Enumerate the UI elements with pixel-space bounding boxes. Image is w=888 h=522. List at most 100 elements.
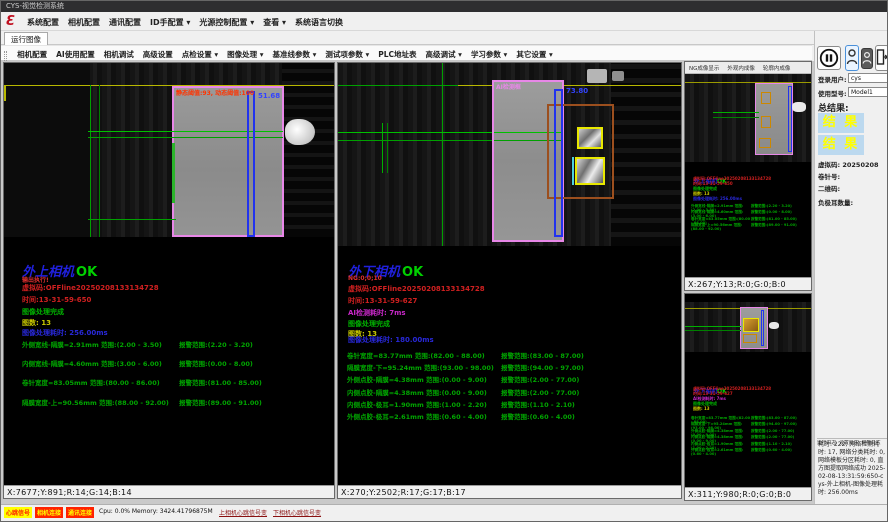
- alarm-range: 报警范围:(1.10 - 2.10): [501, 399, 575, 411]
- edge-green-mark: [172, 143, 175, 203]
- guide-vline-short-2: [387, 123, 388, 173]
- model-label: 使用型号:: [818, 88, 847, 98]
- scene-dark-left: [4, 63, 90, 237]
- toolbar-button[interactable]: 高级调试 ▾: [426, 49, 462, 60]
- result-box-lower: 结 果: [818, 135, 864, 155]
- preview-tab[interactable]: NG成像显示: [685, 62, 723, 74]
- model-field[interactable]: Model1: [848, 87, 888, 97]
- alarm-range: 报警范围:(0.00 - 8.00): [179, 358, 253, 377]
- measurement-row: 内侧宽线-隔膜=4.60mm 范围:(3.00 - 6.00) 报警范围:(0.…: [22, 358, 322, 377]
- alarm-range: 报警范围:(2.00 - 77.00): [501, 374, 579, 386]
- scene-dark-right: [611, 63, 681, 246]
- machine-part-highlight-2: [612, 71, 624, 81]
- menu-item[interactable]: 通讯配置: [109, 17, 141, 28]
- blue-measure-value: 51.68: [258, 92, 280, 100]
- user-mode-button[interactable]: [845, 45, 859, 71]
- measure-hline-2: [713, 117, 759, 118]
- alarm-range: 报警范围:(89.00 - 91.00): [179, 397, 262, 416]
- preview-tab[interactable]: 轮廓内成像: [759, 62, 795, 74]
- guide-vline-short-1: [382, 123, 383, 173]
- measurement-list: 外侧宽线-隔膜=2.91mm 范围:(2.00 - 3.50) 报警范围:(2.…: [691, 204, 811, 230]
- roi-outline-blue: [554, 89, 563, 237]
- baseline-yellow: [4, 85, 334, 86]
- measurement-value: 内侧点胶-极耳=1.90mm 范围:(1.00 - 2.20): [347, 399, 501, 411]
- pause-icon: [818, 47, 840, 69]
- main-area: 静态阈值:93, 动态阈值:100 51.68 外上相机OK 输出执行! 虚拟码…: [1, 61, 814, 504]
- measurement-list: 卷针宽度=83.77mm 范围:(82.00 - 88.00) 报警范围:(83…: [691, 416, 811, 454]
- elapsed-line: 图像处理耗时: 256.00ms: [22, 328, 108, 338]
- toolbar-button[interactable]: 高级设置: [143, 49, 173, 60]
- elapsed-line: 图像处理耗时: 256.00ms: [693, 196, 805, 201]
- preview-tab-strip: NG成像显示外观内成像轮廓内成像: [685, 62, 811, 74]
- admin-mode-button[interactable]: [861, 48, 873, 69]
- toolbar-button[interactable]: 相机配置: [17, 49, 47, 60]
- log-output[interactable]: 耗时: 222, 网络检测耗时: 17, 网络分类耗时: 0, 网络模板分区耗时…: [818, 441, 886, 497]
- cursor-coords-readout: X:267;Y:13;R:0;G:0;B:0: [685, 277, 811, 290]
- lower-camera-heartbeat-text: 下相机心跳信号变: [273, 508, 321, 517]
- exit-button[interactable]: [875, 45, 888, 71]
- serial-readout: 虚拟码: 20250208: [818, 159, 879, 169]
- measurement-row: 卷针宽度=83.05mm 范围:(80.00 - 86.00) 报警范围:(81…: [22, 377, 322, 396]
- camera-image-lower[interactable]: AI检测框 73.80: [338, 63, 681, 246]
- roi-outline-blue: [761, 310, 764, 346]
- measurement-list: 卷针宽度=83.77mm 范围:(82.00 - 88.00) 报警范围:(83…: [347, 350, 677, 423]
- measurement-value: 卷针宽度=83.05mm 范围:(80.00 - 86.00): [22, 377, 179, 396]
- tab-strip: 运行图像: [1, 31, 888, 45]
- measurement-value: 外侧点胶-隔膜=4.38mm 范围:(0.00 - 9.00): [347, 374, 501, 386]
- measurement-row: 内侧点胶-隔膜=4.38mm 范围:(0.00 - 9.00) 报警范围:(2.…: [347, 387, 677, 399]
- user-icon: [846, 46, 858, 68]
- measure-hline-1: [713, 112, 759, 113]
- alarm-range: 报警范围:(2.20 - 3.20): [179, 339, 253, 358]
- measure-hline-2: [685, 330, 741, 331]
- app-window: CYS-视觉检测系统 Ɛ 系统配置相机配置通讯配置ID手配置 ▾光源控制配置 ▾…: [0, 0, 888, 522]
- camera-panel-upper-outer[interactable]: 静态阈值:93, 动态阈值:100 51.68 外上相机OK 输出执行! 虚拟码…: [3, 62, 335, 499]
- time-line: 时间:13-31-59-627: [348, 296, 417, 306]
- menu-item[interactable]: 相机配置: [68, 17, 100, 28]
- ng-preview-panel[interactable]: NG成像显示外观内成像轮廓内成像 外上相机OK 虚拟码:OFFline20250…: [684, 61, 812, 291]
- edge-yellow-mark: [4, 85, 6, 101]
- process-done-line: 图像处理完成: [22, 307, 64, 317]
- cursor-coords-readout: X:270;Y:2502;R:17;G:17;B:17: [338, 485, 681, 498]
- camera-panel-lower-outer[interactable]: AI检测框 73.80 外下相机OK NG:0;0;10 虚拟码:OFFline…: [337, 62, 682, 499]
- tab-run-image[interactable]: 运行图像: [4, 32, 48, 45]
- tab-roi-yellow-2: [575, 157, 605, 185]
- toolbar-button[interactable]: 测试项参数 ▾: [325, 49, 369, 60]
- toolbar-button[interactable]: PLC地址表: [378, 49, 416, 60]
- measurement-row: 内侧点胶-极耳=1.90mm 范围:(1.00 - 2.20) 报警范围:(1.…: [347, 399, 677, 411]
- camera-image-upper[interactable]: 静态阈值:93, 动态阈值:100 51.68: [4, 63, 334, 237]
- toolbar-button[interactable]: 相机调试: [104, 49, 134, 60]
- toolbar-button[interactable]: AI使用配置: [56, 49, 95, 60]
- menu-item[interactable]: 光源控制配置 ▾: [199, 17, 254, 28]
- preview-image-bottom[interactable]: [685, 302, 811, 352]
- menu-item[interactable]: 查看 ▾: [263, 17, 286, 28]
- toolbar-grip[interactable]: [4, 51, 7, 61]
- preview-tab[interactable]: 外观内成像: [723, 62, 759, 74]
- camera-connection-badge: 相机连接: [35, 507, 63, 518]
- measurement-value: 隔膜宽度-下=95.24mm 范围:(93.00 - 98.00): [347, 362, 501, 374]
- comm-connection-badge: 通讯连接: [66, 507, 94, 518]
- toolbar-button[interactable]: 图像处理 ▾: [227, 49, 263, 60]
- log-tab-strip: 运行日志设置日志报警日志: [817, 429, 888, 439]
- needle-number-label: 卷针号:: [818, 171, 840, 181]
- app-logo-icon: Ɛ: [6, 14, 22, 29]
- threshold-overlay-label: 静态阈值:93, 动态阈值:100: [176, 88, 254, 97]
- toolbar-button[interactable]: 学习参数 ▾: [471, 49, 507, 60]
- alarm-range: 报警范围:(94.00 - 97.00): [501, 362, 584, 374]
- toolbar-button[interactable]: 其它设置 ▾: [516, 49, 552, 60]
- preview-image-top[interactable]: [685, 74, 811, 162]
- measurement-row: 隔膜宽度-上=90.56mm 范围:(88.00 - 92.00) 报警范围:(…: [691, 223, 811, 229]
- menu-item[interactable]: ID手配置 ▾: [150, 17, 190, 28]
- pause-button[interactable]: [817, 46, 841, 70]
- frame-count-line: 图数: 13: [22, 318, 51, 328]
- elapsed-line: 图像处理耗时: 180.00ms: [348, 335, 434, 345]
- roi-outline-orange: [743, 334, 757, 343]
- menu-item[interactable]: 系统语言切换: [295, 17, 343, 28]
- measure-hline-3: [88, 219, 176, 220]
- toolbar-button[interactable]: 基准线参数 ▾: [272, 49, 316, 60]
- menu-item[interactable]: 系统配置: [27, 17, 59, 28]
- login-user-field[interactable]: cys: [848, 73, 888, 83]
- roi-outline-orange-3: [759, 138, 771, 148]
- cpu-memory-readout: Cpu: 0.0% Memory: 3424.41796875M: [99, 508, 213, 515]
- toolbar-button[interactable]: 点检设置 ▾: [182, 49, 218, 60]
- preview-panel-lower[interactable]: 外下相机OK 虚拟码:OFFline20250208133134728 时间:1…: [684, 293, 812, 501]
